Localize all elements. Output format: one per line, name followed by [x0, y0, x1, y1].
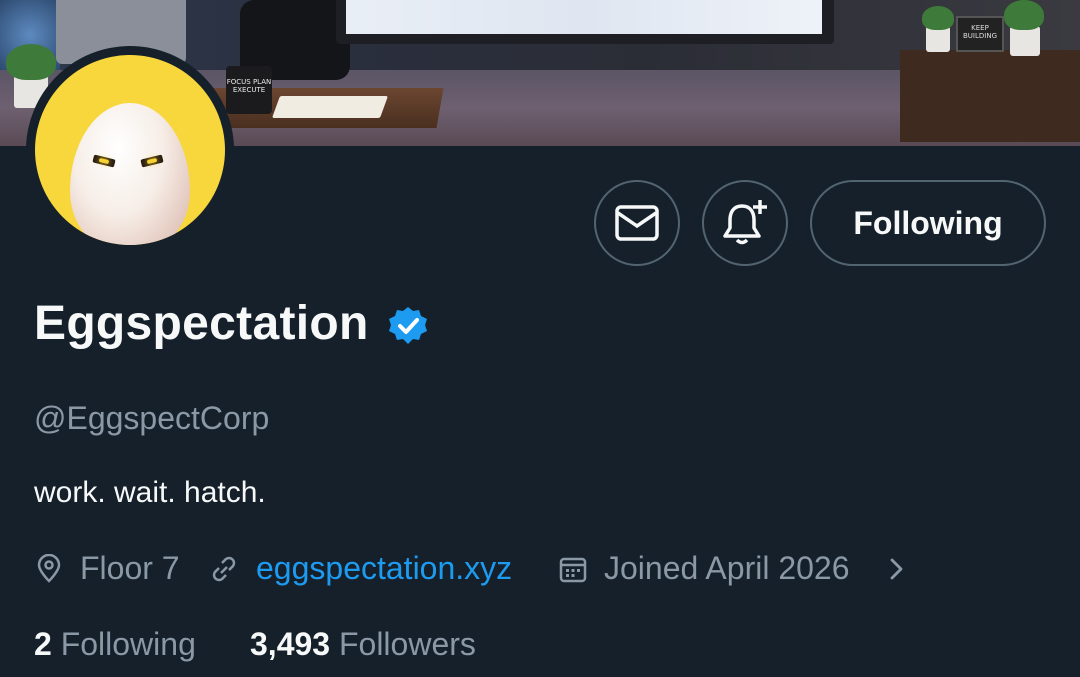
banner-mug: FOCUS PLAN EXECUTE — [226, 66, 272, 114]
avatar[interactable] — [35, 55, 225, 245]
message-button[interactable] — [594, 180, 680, 266]
profile-joined-date: Joined April 2026 — [604, 550, 850, 586]
banner-book — [271, 96, 389, 118]
followers-count: 3,493 — [250, 626, 331, 662]
profile-location: Floor 7 — [80, 550, 180, 586]
chevron-right-icon[interactable] — [884, 554, 910, 584]
user-handle: @EggspectCorp — [34, 400, 270, 436]
banner-plant — [1004, 0, 1044, 30]
notifications-button[interactable] — [702, 180, 788, 266]
profile-bio: work. wait. hatch. — [34, 476, 266, 509]
following-button[interactable]: Following — [810, 180, 1046, 266]
mug-text: FOCUS PLAN EXECUTE — [226, 78, 272, 94]
calendar-icon — [559, 557, 587, 583]
followers-label: Followers — [338, 626, 476, 662]
link-icon — [212, 556, 236, 582]
location-pin-icon — [37, 554, 61, 583]
egg-avatar-image — [70, 103, 190, 245]
banner-plant — [922, 6, 954, 30]
following-label: Following — [60, 626, 196, 662]
bell-plus-icon — [723, 200, 767, 245]
display-name: Eggspectation — [34, 297, 369, 350]
following-count: 2 — [34, 626, 52, 662]
followers-stat[interactable]: 3,493 Followers — [250, 626, 476, 663]
banner-pot — [1010, 26, 1040, 56]
banner-screen-content — [346, 0, 822, 34]
banner-sign: KEEP BUILDING — [956, 16, 1004, 52]
banner-plant — [6, 44, 56, 80]
profile-website-link[interactable]: eggspectation.xyz — [256, 550, 512, 587]
envelope-icon — [615, 205, 659, 241]
verified-badge-icon — [389, 307, 427, 344]
banner-shelf — [900, 50, 1080, 142]
following-stat[interactable]: 2 Following — [34, 626, 196, 663]
